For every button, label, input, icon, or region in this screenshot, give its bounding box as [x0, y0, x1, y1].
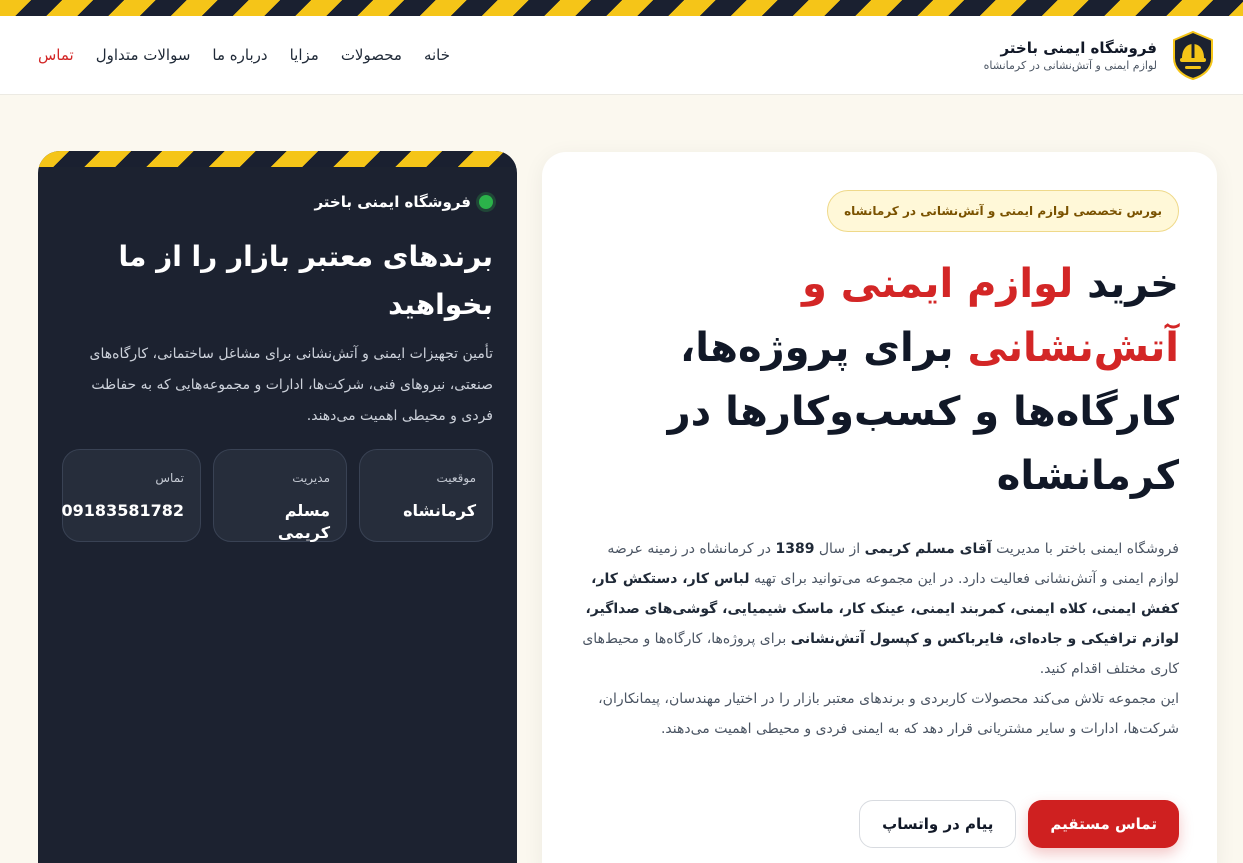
nav-contact[interactable]: تماس: [38, 45, 74, 65]
hero-paragraph-1: فروشگاه ایمنی باختر با مدیریت آقای مسلم …: [582, 541, 1179, 677]
info-box-phone[interactable]: تماس 09183581782: [62, 449, 201, 542]
info-box-manager: مدیریت مسلم کریمی: [213, 449, 347, 542]
nav-about[interactable]: درباره ما: [212, 45, 267, 65]
brand[interactable]: فروشگاه ایمنی باختر لوازم ایمنی و آتش‌نش…: [984, 30, 1215, 80]
status-label: فروشگاه ایمنی باختر: [314, 193, 471, 211]
status-row: فروشگاه ایمنی باختر: [62, 191, 493, 213]
brand-title: فروشگاه ایمنی باختر: [1000, 38, 1157, 57]
direct-contact-button[interactable]: تماس مستقیم: [1028, 800, 1179, 848]
nav-home[interactable]: خانه: [424, 45, 450, 65]
hero-title: خرید لوازم ایمنی و آتش‌نشانی برای پروژه‌ه…: [667, 261, 1179, 499]
info-boxes: موقعیت کرمانشاه مدیریت مسلم کریمی تماس 0…: [62, 449, 493, 542]
brands-description: تأمین تجهیزات ایمنی و آتش‌نشانی برای مشا…: [89, 346, 493, 424]
hero-description: فروشگاه ایمنی باختر با مدیریت آقای مسلم …: [579, 534, 1179, 744]
hazard-stripe-top: [0, 0, 1243, 16]
hero-paragraph-2: این مجموعه تلاش می‌کند محصولات کاربردی و…: [598, 691, 1179, 737]
hero-card: بورس تخصصی لوازم ایمنی و آتش‌نشانی در کر…: [542, 152, 1217, 863]
info-label: موقعیت: [436, 471, 476, 485]
info-value: کرمانشاه: [403, 501, 476, 520]
hero-actions: تماس مستقیم پیام در واتساپ: [859, 800, 1179, 848]
whatsapp-message-button[interactable]: پیام در واتساپ: [859, 800, 1017, 848]
brands-card: فروشگاه ایمنی باختر برندهای معتبر بازار …: [38, 151, 517, 863]
site-header: فروشگاه ایمنی باختر لوازم ایمنی و آتش‌نش…: [0, 16, 1243, 95]
hazard-stripe-card: [38, 151, 517, 167]
hero-badge: بورس تخصصی لوازم ایمنی و آتش‌نشانی در کر…: [827, 190, 1179, 232]
nav-features[interactable]: مزایا: [290, 45, 319, 65]
info-label: تماس: [155, 471, 184, 485]
brand-subtitle: لوازم ایمنی و آتش‌نشانی در کرمانشاه: [983, 58, 1157, 72]
helmet-shield-icon: [1173, 30, 1213, 80]
nav-products[interactable]: محصولات: [341, 45, 402, 65]
main-nav: تماس سوالات متداول درباره ما مزایا محصول…: [38, 45, 450, 65]
status-dot-icon: [479, 195, 493, 209]
info-box-location: موقعیت کرمانشاه: [359, 449, 493, 542]
info-label: مدیریت: [292, 471, 330, 485]
brands-title: برندهای معتبر بازار را از ما بخواهید: [118, 240, 493, 321]
info-value: مسلم کریمی: [277, 501, 330, 542]
phone-number[interactable]: 09183581782: [62, 500, 184, 522]
nav-faq[interactable]: سوالات متداول: [96, 45, 191, 65]
